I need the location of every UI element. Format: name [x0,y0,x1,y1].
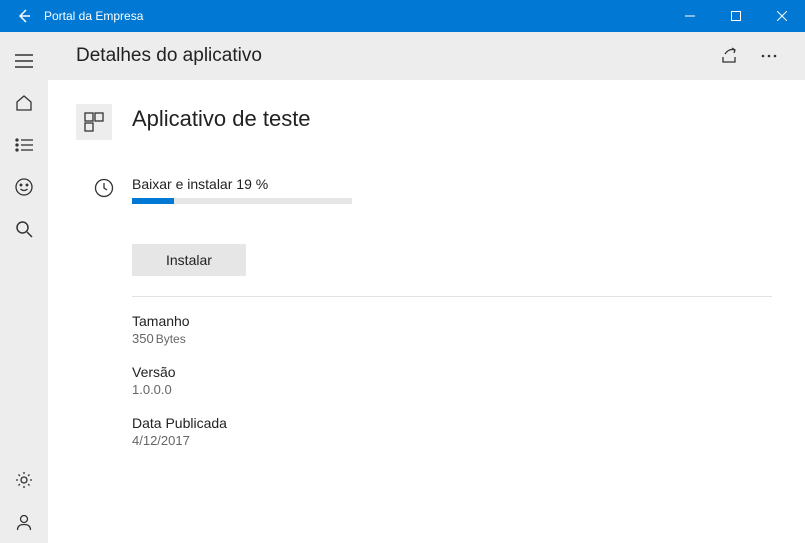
install-button[interactable]: Instalar [132,244,246,276]
app-placeholder-icon [84,112,104,132]
sidebar-item-profile[interactable] [0,501,48,543]
hamburger-icon [15,54,33,68]
share-button[interactable] [709,36,749,76]
install-section: Instalar [132,244,777,276]
progress-value: 19 [236,176,252,192]
window-title: Portal da Empresa [40,9,667,23]
version-value: 1.0.0.0 [132,382,777,397]
minimize-icon [685,11,695,21]
more-button[interactable] [749,36,789,76]
sidebar-item-feedback[interactable] [0,166,48,208]
status-label: Baixar e instalar [132,176,232,192]
back-arrow-icon [16,8,32,24]
page-header: Detalhes do aplicativo [48,32,805,80]
clock-icon [94,178,114,198]
size-label: Tamanho [132,313,777,329]
app-icon-tile [76,104,112,140]
progress-suffix: % [256,176,268,192]
metadata-section: Tamanho 350Bytes Versão 1.0.0.0 Data Pub… [132,313,777,448]
version-label: Versão [132,364,777,380]
app-header-row: Aplicativo de teste [76,104,777,140]
home-icon [15,94,33,112]
main-area: Detalhes do aplicativo Aplicativo de tes… [48,32,805,543]
sidebar-spacer [0,250,48,459]
close-button[interactable] [759,0,805,32]
search-icon [15,220,33,238]
size-value: 350Bytes [132,331,777,346]
share-icon [719,46,739,66]
published-label: Data Publicada [132,415,777,431]
person-icon [15,513,33,531]
sidebar-item-settings[interactable] [0,459,48,501]
app-shell: Detalhes do aplicativo Aplicativo de tes… [0,32,805,543]
titlebar: Portal da Empresa [0,0,805,32]
status-area: Baixar e instalar 19 % [132,176,777,204]
gear-icon [15,471,33,489]
close-icon [777,11,787,21]
page-title: Detalhes do aplicativo [76,45,709,67]
sidebar-item-search[interactable] [0,208,48,250]
progress-bar [132,198,352,204]
maximize-icon [731,11,741,21]
list-icon [15,138,33,152]
back-button[interactable] [8,8,40,24]
published-value: 4/12/2017 [132,433,777,448]
meta-version: Versão 1.0.0.0 [132,364,777,397]
maximize-button[interactable] [713,0,759,32]
window-controls [667,0,805,32]
install-status-text: Baixar e instalar 19 % [132,176,777,192]
smiley-icon [15,178,33,196]
status-block: Baixar e instalar 19 % [94,176,777,204]
more-icon [761,54,777,58]
sidebar-item-apps[interactable] [0,124,48,166]
meta-published: Data Publicada 4/12/2017 [132,415,777,448]
minimize-button[interactable] [667,0,713,32]
sidebar [0,32,48,543]
meta-size: Tamanho 350Bytes [132,313,777,346]
content-area: Aplicativo de teste Baixar e instalar 19… [48,80,805,543]
sidebar-item-home[interactable] [0,82,48,124]
app-name: Aplicativo de teste [132,106,311,132]
progress-fill [132,198,174,204]
hamburger-button[interactable] [0,40,48,82]
divider [132,296,772,297]
